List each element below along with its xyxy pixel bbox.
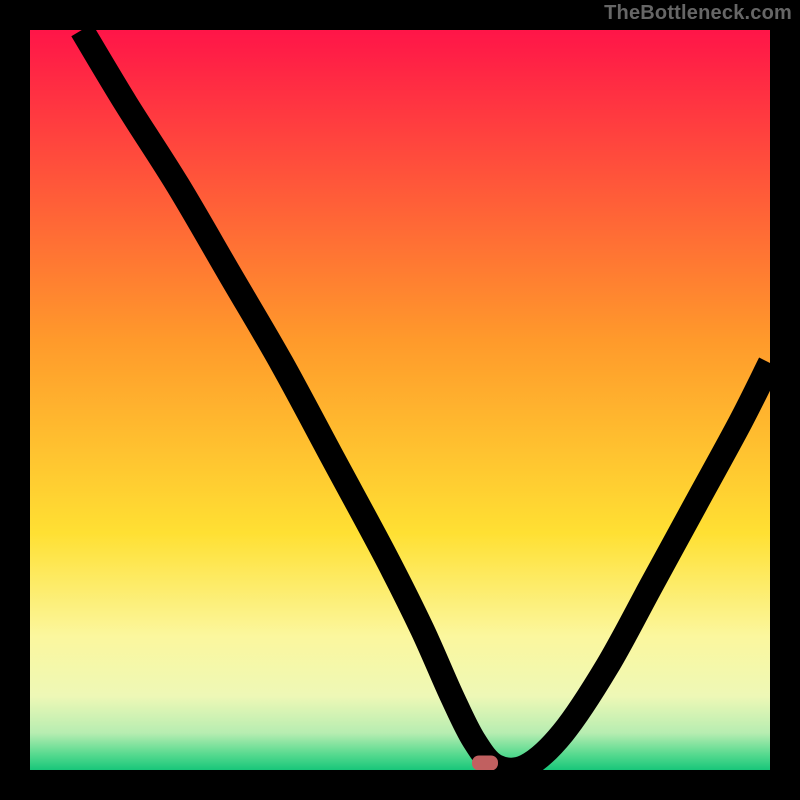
optimal-marker xyxy=(472,756,498,770)
plot-area xyxy=(30,30,770,770)
attribution-label: TheBottleneck.com xyxy=(604,2,792,25)
chart-frame: TheBottleneck.com xyxy=(0,0,800,800)
bottleneck-curve xyxy=(30,30,770,770)
